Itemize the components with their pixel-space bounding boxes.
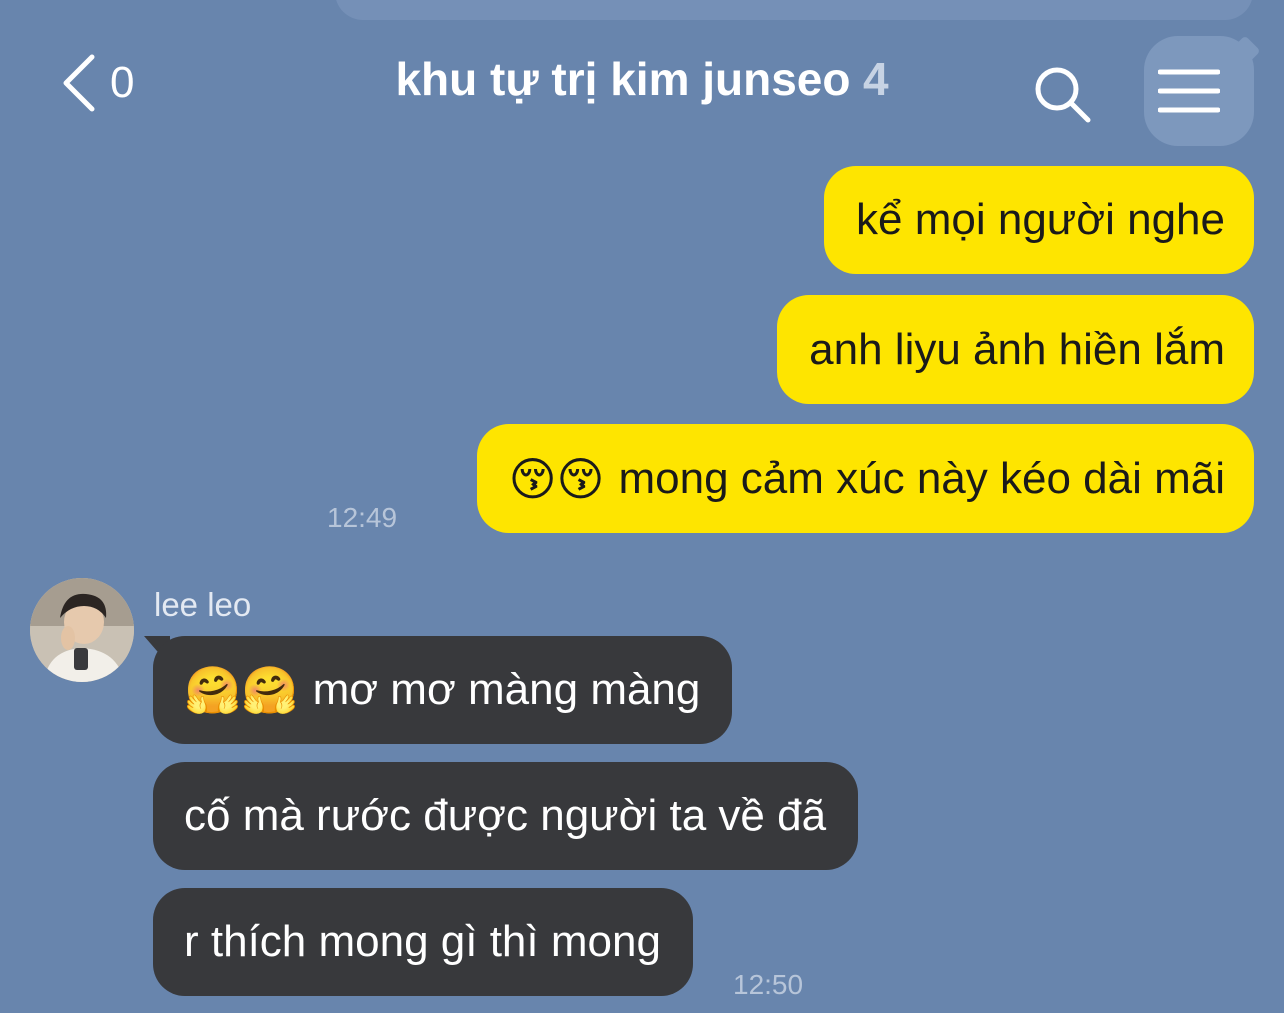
back-button[interactable]: 0 <box>60 48 134 118</box>
message-text: r thích mong gì thì mong <box>184 917 661 966</box>
outgoing-message[interactable]: anh liyu ảnh hiền lắm <box>777 295 1254 404</box>
chat-title: khu tự trị kim junseo <box>395 53 851 105</box>
message-text: cố mà rước được người ta về đã <box>184 791 827 840</box>
message-text: mơ mơ màng màng <box>312 665 701 714</box>
outgoing-message[interactable]: 😚😚 mong cảm xúc này kéo dài mãi <box>476 424 1254 533</box>
sender-name: lee leo <box>154 586 252 623</box>
kissing-face-emoji: 😚😚 <box>508 451 605 506</box>
message-timestamp: 12:50 <box>733 969 804 1000</box>
member-count: 4 <box>862 53 889 105</box>
hugging-face-emoji: 🤗🤗 <box>184 663 299 717</box>
incoming-message[interactable]: cố mà rước được người ta về đã <box>153 762 859 870</box>
search-button[interactable] <box>1030 62 1094 126</box>
menu-bubble-tail <box>1229 35 1261 67</box>
menu-button[interactable] <box>1144 35 1261 146</box>
incoming-message[interactable]: r thích mong gì thì mong <box>153 888 693 996</box>
chevron-left-icon <box>60 53 96 113</box>
chat-title-area[interactable]: khu tự trị kim junseo 4 <box>280 52 1004 106</box>
incoming-message[interactable]: 🤗🤗 mơ mơ màng màng <box>153 636 733 744</box>
message-text: anh liyu ảnh hiền lắm <box>809 324 1225 374</box>
unread-count: 0 <box>110 58 135 107</box>
search-icon <box>1030 67 1094 130</box>
message-text: kể mọi người nghe <box>856 195 1225 244</box>
sender-avatar[interactable] <box>30 578 134 682</box>
message-text: mong cảm xúc này kéo dài mãi <box>618 453 1225 503</box>
message-timestamp: 12:49 <box>327 502 398 533</box>
chat-header: 0 khu tự trị kim junseo 4 <box>0 0 1284 160</box>
outgoing-message[interactable]: kể mọi người nghe <box>824 166 1254 274</box>
